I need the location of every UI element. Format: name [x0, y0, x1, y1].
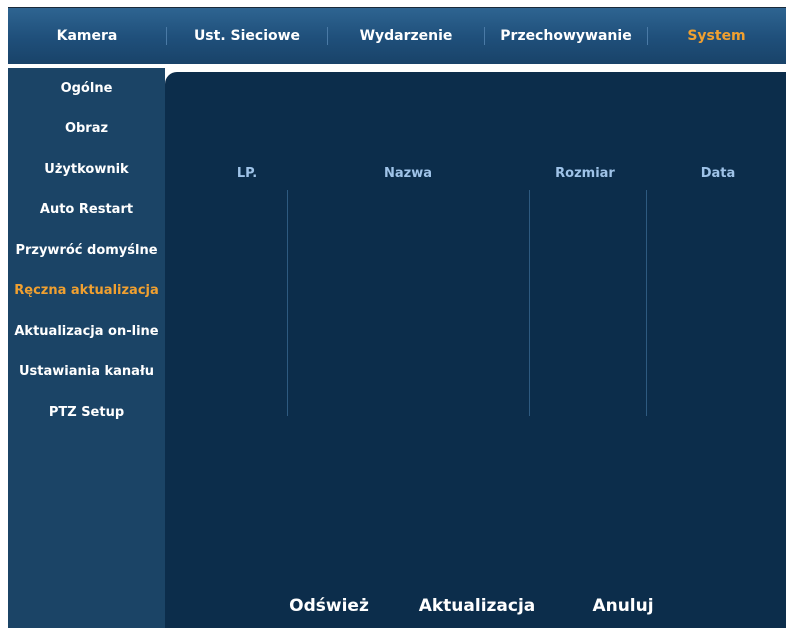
tab-bar: Kamera Ust. Sieciowe Wydarzenie Przechow… [8, 8, 786, 64]
column-header-data: Data [700, 166, 736, 181]
top-navigation: Kamera Ust. Sieciowe Wydarzenie Przechow… [0, 0, 786, 68]
column-header-rozmiar: Rozmiar [555, 166, 615, 181]
sidebar-item-uzytkownik[interactable]: Użytkownik [8, 149, 165, 190]
tab-ust-sieciowe[interactable]: Ust. Sieciowe [167, 8, 327, 64]
sidebar-item-ogolne[interactable]: Ogólne [8, 68, 165, 109]
tab-wydarzenie[interactable]: Wydarzenie [328, 8, 484, 64]
sidebar-menu: Ogólne Obraz Użytkownik Auto Restart Prz… [8, 68, 165, 433]
tab-kamera[interactable]: Kamera [8, 8, 166, 64]
manual-update-panel: LP. Nazwa Rozmiar Data Odśwież Aktualiza… [165, 72, 786, 628]
sidebar-item-reczna-aktualizacja[interactable]: Ręczna aktualizacja [8, 271, 165, 312]
sidebar-item-obraz[interactable]: Obraz [8, 109, 165, 150]
sidebar-item-przywroc-domyslne[interactable]: Przywróć domyślne [8, 230, 165, 271]
tab-system[interactable]: System [648, 8, 785, 64]
update-file-list[interactable] [205, 188, 765, 418]
sidebar-item-ustawiania-kanalu[interactable]: Ustawiania kanału [8, 352, 165, 393]
refresh-button[interactable]: Odśwież [289, 596, 369, 616]
column-header-lp: LP. [236, 166, 258, 181]
sidebar: Ogólne Obraz Użytkownik Auto Restart Prz… [8, 68, 165, 628]
update-button[interactable]: Aktualizacja [419, 596, 536, 616]
sidebar-item-ptz-setup[interactable]: PTZ Setup [8, 392, 165, 433]
tab-przechowywanie[interactable]: Przechowywanie [485, 8, 647, 64]
cancel-button[interactable]: Anuluj [592, 596, 653, 616]
sidebar-item-auto-restart[interactable]: Auto Restart [8, 190, 165, 231]
sidebar-item-aktualizacja-online[interactable]: Aktualizacja on-line [8, 311, 165, 352]
column-header-nazwa: Nazwa [383, 166, 433, 181]
